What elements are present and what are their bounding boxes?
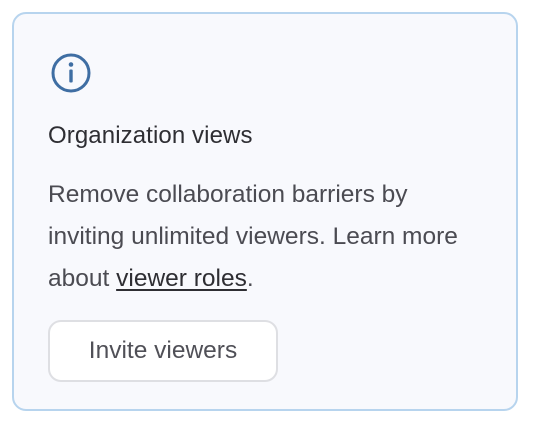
card-title: Organization views bbox=[48, 122, 253, 149]
invite-viewers-button[interactable]: Invite viewers bbox=[48, 320, 278, 382]
info-icon bbox=[50, 52, 92, 94]
organization-views-card: Organization views Remove collaboration … bbox=[12, 12, 518, 411]
viewer-roles-link[interactable]: viewer roles bbox=[116, 265, 247, 292]
description-end: . bbox=[246, 265, 254, 292]
card-description: Remove collaboration barriers by invitin… bbox=[48, 174, 488, 300]
